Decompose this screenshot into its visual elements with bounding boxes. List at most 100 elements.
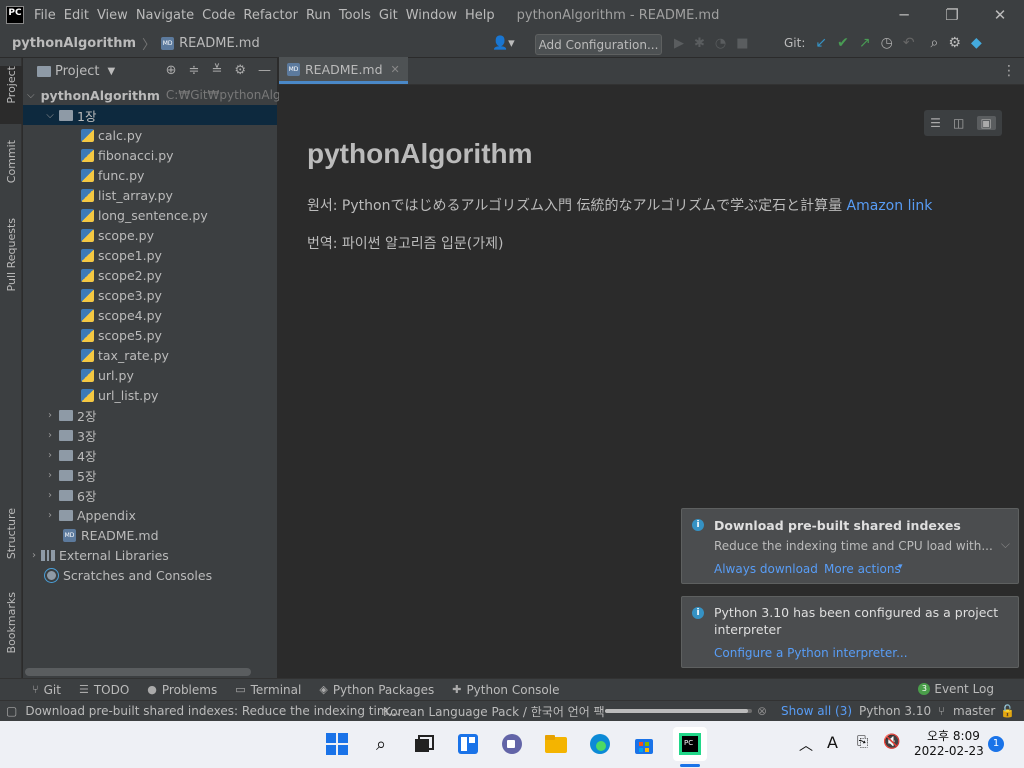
chevron-down-icon[interactable]: ⌵ — [27, 90, 35, 101]
tree-file-readme[interactable]: MD README.md — [23, 525, 277, 545]
more-actions-link[interactable]: More actions — [824, 562, 901, 576]
taskbar-search-icon[interactable]: ⌕ — [368, 731, 394, 757]
search-icon[interactable]: ⌕ — [931, 35, 939, 51]
menu-refactor[interactable]: Refactor — [239, 8, 302, 23]
menu-help[interactable]: Help — [461, 8, 499, 23]
menu-tools[interactable]: Tools — [335, 8, 375, 23]
stop-icon[interactable]: ■ — [736, 36, 748, 51]
git-push-icon[interactable]: ↗ — [859, 35, 871, 51]
pycharm-taskbar-icon[interactable]: PC — [673, 727, 707, 761]
network-icon[interactable]: ⎘ — [857, 734, 868, 750]
tool-git[interactable]: ⑂ Git — [32, 683, 61, 697]
task-view-icon[interactable] — [411, 731, 437, 757]
menu-edit[interactable]: Edit — [60, 8, 93, 23]
chevron-right-icon[interactable]: › — [27, 550, 41, 561]
tree-folder[interactable]: › Appendix — [23, 505, 277, 525]
chevron-right-icon[interactable]: › — [43, 450, 57, 461]
tree-scratches[interactable]: Scratches and Consoles — [23, 565, 277, 585]
tree-file[interactable]: fibonacci.py — [23, 145, 277, 165]
more-options-icon[interactable]: ⋮ — [1002, 63, 1016, 79]
interpreter-widget[interactable]: Python 3.10 — [859, 704, 931, 718]
branch-widget[interactable]: master — [953, 704, 995, 718]
show-all-link[interactable]: Show all (3) — [781, 704, 852, 718]
menu-view[interactable]: View — [93, 8, 132, 23]
tree-folder[interactable]: › 4장 — [23, 445, 277, 465]
tab-structure[interactable]: Structure — [0, 508, 22, 559]
collapse-all-icon[interactable]: ≚ — [211, 63, 222, 78]
tool-todo[interactable]: ☰ TODO — [79, 683, 129, 697]
clock-date[interactable]: 2022-02-23 — [914, 744, 984, 758]
git-update-icon[interactable]: ↙ — [815, 35, 827, 51]
tree-file[interactable]: scope2.py — [23, 265, 277, 285]
ime-indicator[interactable]: A — [827, 733, 838, 752]
tree-file[interactable]: scope1.py — [23, 245, 277, 265]
hide-panel-icon[interactable]: — — [258, 63, 271, 78]
notification-count-badge[interactable]: 1 — [988, 736, 1004, 752]
tree-file[interactable]: url.py — [23, 365, 277, 385]
tree-file[interactable]: calc.py — [23, 125, 277, 145]
tab-commit[interactable]: Commit — [0, 140, 22, 183]
toggle-tool-windows-icon[interactable]: ▢ — [6, 704, 17, 718]
settings-gear-icon[interactable]: ⚙ — [948, 35, 961, 51]
volume-icon[interactable]: 🔇 — [883, 734, 900, 750]
menu-navigate[interactable]: Navigate — [132, 8, 198, 23]
options-gear-icon[interactable]: ⚙ — [234, 63, 246, 78]
horizontal-scrollbar[interactable] — [25, 668, 251, 676]
tree-file[interactable]: tax_rate.py — [23, 345, 277, 365]
git-rollback-icon[interactable]: ↶ — [903, 35, 915, 51]
breadcrumb-project[interactable]: pythonAlgorithm — [12, 36, 136, 51]
restore-button[interactable]: ❐ — [928, 0, 976, 30]
edge-browser-icon[interactable] — [587, 731, 613, 757]
configure-interpreter-link[interactable]: Configure a Python interpreter... — [714, 646, 908, 660]
tree-file[interactable]: scope5.py — [23, 325, 277, 345]
tree-folder-1[interactable]: ⌵ 1장 — [23, 105, 277, 125]
amazon-link[interactable]: Amazon link — [847, 198, 933, 214]
always-download-link[interactable]: Always download — [714, 562, 818, 576]
tree-folder[interactable]: › 5장 — [23, 465, 277, 485]
chevron-down-icon[interactable]: ⌵ — [43, 110, 57, 121]
caret-down-icon[interactable]: ▾ — [898, 562, 903, 572]
editor-tab-readme[interactable]: MD README.md ✕ — [279, 57, 408, 84]
coverage-icon[interactable]: ◔ — [715, 36, 726, 51]
split-view-icon[interactable]: ◫ — [953, 116, 964, 130]
git-history-icon[interactable]: ◷ — [881, 35, 893, 51]
expand-all-icon[interactable]: ≑ — [189, 63, 200, 78]
menu-run[interactable]: Run — [302, 8, 335, 23]
show-hidden-icons-icon[interactable]: ︿ — [799, 735, 813, 755]
tree-file[interactable]: long_sentence.py — [23, 205, 277, 225]
editor-only-icon[interactable]: ☰ — [930, 116, 941, 130]
tree-file[interactable]: scope4.py — [23, 305, 277, 325]
background-task-label[interactable]: Korean Language Pack / 한국어 언어 팩 — [383, 703, 605, 720]
tool-python-console[interactable]: ✚ Python Console — [452, 683, 559, 697]
chevron-right-icon[interactable]: › — [43, 490, 57, 501]
menu-git[interactable]: Git — [375, 8, 402, 23]
tree-file[interactable]: func.py — [23, 165, 277, 185]
tree-folder[interactable]: › 2장 — [23, 405, 277, 425]
tree-external-libraries[interactable]: › External Libraries — [23, 545, 277, 565]
tree-file[interactable]: list_array.py — [23, 185, 277, 205]
project-panel-title[interactable]: Project — [55, 64, 99, 79]
status-message[interactable]: Download pre-built shared indexes: Reduc… — [25, 704, 400, 718]
cancel-task-icon[interactable]: ⊗ — [757, 704, 767, 718]
tree-file[interactable]: scope.py — [23, 225, 277, 245]
close-button[interactable]: ✕ — [976, 0, 1024, 30]
chevron-right-icon[interactable]: › — [43, 510, 57, 521]
tab-bookmarks[interactable]: Bookmarks — [0, 592, 22, 653]
microsoft-store-icon[interactable] — [631, 731, 657, 757]
tree-file[interactable]: url_list.py — [23, 385, 277, 405]
breadcrumb-file[interactable]: README.md — [179, 36, 260, 51]
close-tab-icon[interactable]: ✕ — [391, 63, 400, 76]
tree-folder[interactable]: › 6장 — [23, 485, 277, 505]
chevron-right-icon[interactable]: › — [43, 430, 57, 441]
teams-chat-icon[interactable] — [499, 731, 525, 757]
preview-only-icon[interactable]: ▣ — [976, 116, 996, 130]
tool-python-packages[interactable]: ◈ Python Packages — [319, 683, 434, 697]
chevron-down-icon[interactable]: ⌵ — [1001, 537, 1010, 552]
tool-problems[interactable]: ● Problems — [147, 683, 217, 697]
lock-icon[interactable]: 🔓 — [1000, 704, 1015, 718]
jetbrains-toolbox-icon[interactable]: ◆ — [971, 35, 982, 51]
debug-icon[interactable]: ✱ — [694, 36, 705, 51]
user-icon[interactable]: 👤▾ — [492, 36, 515, 51]
windows-start-icon[interactable] — [324, 731, 350, 757]
chevron-down-icon[interactable]: ▼ — [107, 66, 115, 77]
